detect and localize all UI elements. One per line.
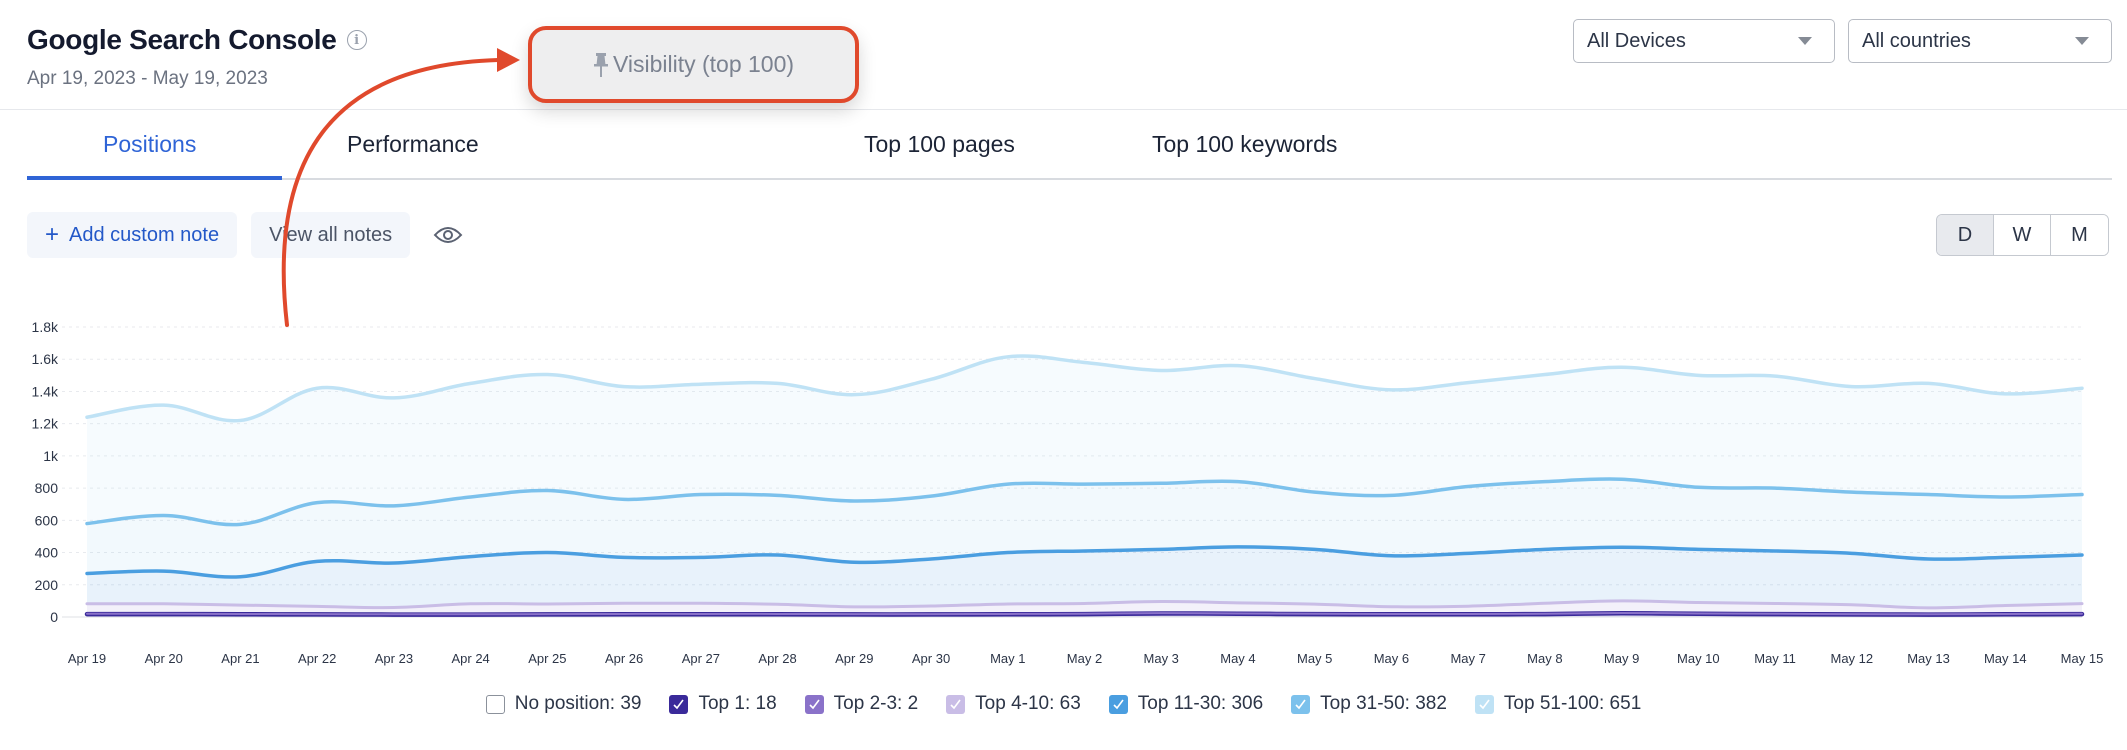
y-tick-label: 1k xyxy=(43,448,59,464)
tab-positions[interactable]: Positions xyxy=(103,131,196,158)
granularity-week-button[interactable]: W xyxy=(1994,215,2051,255)
legend-item[interactable]: Top 2-3: 2 xyxy=(804,693,919,715)
visibility-card-label: Visibility (top 100) xyxy=(612,51,795,77)
legend-label: Top 2-3: 2 xyxy=(833,693,919,714)
checkbox-checked-icon[interactable] xyxy=(946,694,966,714)
devices-select-value: All Devices xyxy=(1587,29,1686,52)
legend-item[interactable]: Top 51-100: 651 xyxy=(1474,693,1642,715)
add-custom-note-button[interactable]: + Add custom note xyxy=(27,212,238,258)
x-tick-label: May 15 xyxy=(2061,651,2104,666)
legend-label: Top 1: 18 xyxy=(698,693,777,714)
page-title: Google Search Console xyxy=(27,24,337,55)
x-tick-label: May 14 xyxy=(1984,651,2027,666)
header: Google Search Console i Apr 19, 2023 - M… xyxy=(0,0,2127,110)
x-tick-label: May 1 xyxy=(990,651,1025,666)
x-tick-label: May 10 xyxy=(1677,651,1720,666)
x-tick-label: Apr 21 xyxy=(221,651,259,666)
chart-legend: No position: 39 Top 1: 18 Top 2-3: 2 Top 4-… xyxy=(0,693,2127,715)
x-tick-label: Apr 29 xyxy=(835,651,873,666)
y-tick-label: 400 xyxy=(35,545,59,561)
legend-item[interactable]: Top 31-50: 382 xyxy=(1291,693,1447,715)
positions-chart: 0 200 400 600 800 1k 1.2k 1.4k 1.6k 1.8k Apr 19 Apr… xyxy=(0,300,2127,680)
add-custom-note-label: Add custom note xyxy=(69,223,220,246)
legend-label: Top 51-100: 651 xyxy=(1503,693,1642,714)
checkbox-checked-icon[interactable] xyxy=(1108,694,1128,714)
x-tick-label: Apr 19 xyxy=(68,651,106,666)
pin-icon xyxy=(593,52,609,78)
tab-bar: Positions Performance Top 100 pages Top … xyxy=(27,110,2112,180)
checkbox-checked-icon[interactable] xyxy=(1291,694,1311,714)
x-tick-label: Apr 24 xyxy=(451,651,489,666)
legend-label: Top 4-10: 63 xyxy=(975,693,1081,714)
notes-bar: + Add custom note View all notes xyxy=(27,212,464,258)
x-tick-label: May 11 xyxy=(1754,651,1796,666)
checkbox-checked-icon[interactable] xyxy=(669,694,689,714)
tab-performance[interactable]: Performance xyxy=(347,131,479,158)
positions-chart-svg: 0 200 400 600 800 1k 1.2k 1.4k 1.6k 1.8k Apr 19 Apr… xyxy=(32,319,2104,666)
x-tick-label: May 12 xyxy=(1830,651,1873,666)
plus-icon: + xyxy=(45,221,60,248)
checkbox-checked-icon[interactable] xyxy=(804,694,824,714)
x-tick-label: May 2 xyxy=(1067,651,1102,666)
y-tick-label: 1.6k xyxy=(32,351,59,367)
countries-select-value: All countries xyxy=(1862,29,1971,52)
legend-label: Top 11-30: 306 xyxy=(1137,693,1264,714)
x-tick-label: Apr 23 xyxy=(375,651,413,666)
y-tick-label: 1.8k xyxy=(32,319,59,335)
x-tick-label: May 4 xyxy=(1220,651,1255,666)
devices-select[interactable]: All Devices xyxy=(1573,19,1835,63)
x-tick-label: May 5 xyxy=(1297,651,1332,666)
legend-label: No position: 39 xyxy=(514,693,642,714)
legend-item[interactable]: Top 11-30: 306 xyxy=(1108,693,1264,715)
y-tick-label: 1.2k xyxy=(32,416,59,432)
y-tick-label: 0 xyxy=(50,609,58,625)
x-tick-label: May 3 xyxy=(1144,651,1179,666)
chevron-down-icon xyxy=(2075,37,2089,45)
tab-top-100-keywords[interactable]: Top 100 keywords xyxy=(1152,131,1337,158)
info-circle-icon[interactable]: i xyxy=(346,30,367,50)
y-tick-label: 1.4k xyxy=(32,383,59,399)
tab-top-100-pages[interactable]: Top 100 pages xyxy=(864,131,1015,158)
x-tick-label: Apr 25 xyxy=(528,651,566,666)
title-row: Google Search Console i xyxy=(27,24,367,56)
granularity-month-button[interactable]: M xyxy=(2051,215,2108,255)
eye-icon[interactable] xyxy=(432,223,464,247)
x-tick-label: Apr 26 xyxy=(605,651,643,666)
x-tick-label: May 6 xyxy=(1374,651,1409,666)
granularity-day-button[interactable]: D xyxy=(1937,215,1994,255)
chevron-down-icon xyxy=(1798,37,1812,45)
visibility-card[interactable]: Visibility (top 100) xyxy=(528,26,859,103)
view-all-notes-button[interactable]: View all notes xyxy=(251,212,411,258)
checkbox-unchecked-icon[interactable] xyxy=(485,694,505,714)
legend-item[interactable]: Top 1: 18 xyxy=(669,693,777,715)
x-tick-label: Apr 20 xyxy=(145,651,183,666)
y-tick-label: 800 xyxy=(35,480,59,496)
x-tick-label: Apr 28 xyxy=(758,651,796,666)
x-tick-label: May 8 xyxy=(1527,651,1562,666)
legend-item[interactable]: No position: 39 xyxy=(485,693,642,715)
x-tick-label: May 9 xyxy=(1604,651,1639,666)
active-tab-indicator xyxy=(27,176,282,180)
y-tick-label: 600 xyxy=(35,512,59,528)
x-tick-label: Apr 27 xyxy=(682,651,720,666)
legend-item[interactable]: Top 4-10: 63 xyxy=(946,693,1081,715)
x-tick-label: May 7 xyxy=(1450,651,1485,666)
date-range: Apr 19, 2023 - May 19, 2023 xyxy=(27,68,268,89)
x-tick-label: Apr 22 xyxy=(298,651,336,666)
countries-select[interactable]: All countries xyxy=(1848,19,2112,63)
x-tick-label: Apr 30 xyxy=(912,651,950,666)
y-tick-label: 200 xyxy=(35,577,59,593)
granularity-toggle: D W M xyxy=(1936,214,2109,256)
checkbox-checked-icon[interactable] xyxy=(1474,694,1494,714)
x-tick-label: May 13 xyxy=(1907,651,1950,666)
legend-label: Top 31-50: 382 xyxy=(1320,693,1447,714)
